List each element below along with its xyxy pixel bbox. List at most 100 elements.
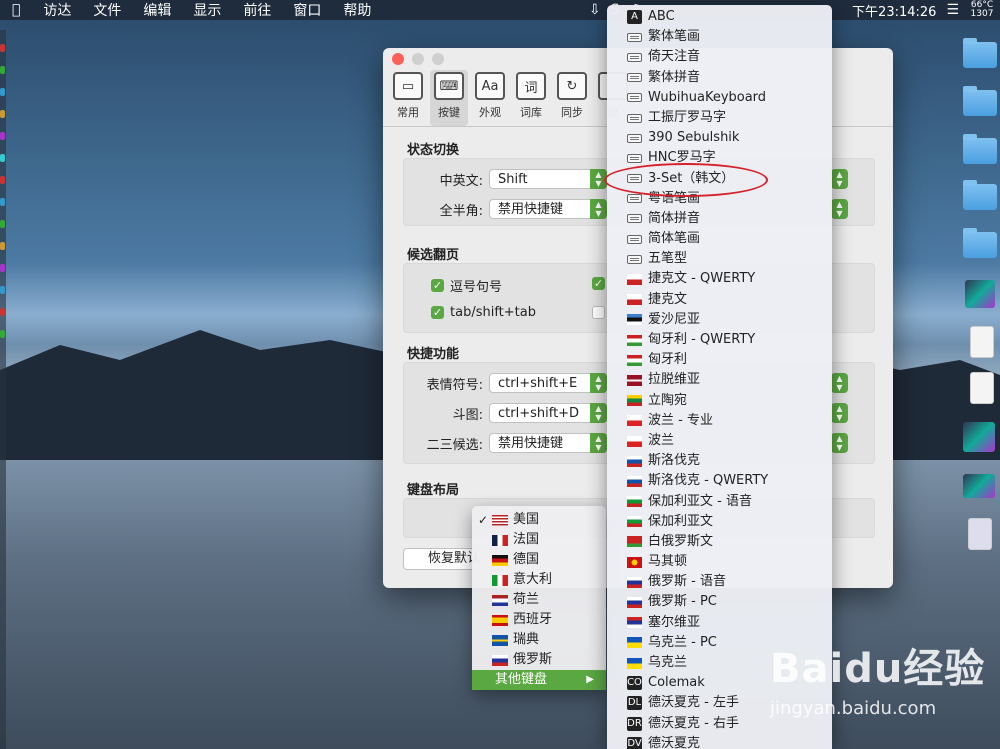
input-source-item[interactable]: 爱沙尼亚 (607, 310, 832, 330)
layout-item-other[interactable]: 其他键盘 ▶ (472, 670, 606, 690)
menu-bar:  访达 文件 编辑 显示 前往 窗口 帮助 ⇩ S ♫ 下午23:14:26 … (0, 0, 1000, 20)
flag-lv-icon (627, 374, 642, 386)
folder-icon[interactable] (963, 38, 997, 68)
input-source-label: 波兰 - 专业 (648, 412, 713, 428)
keyboard-icon (627, 194, 642, 204)
input-source-item[interactable]: 立陶宛 (607, 391, 832, 411)
doutu-shortcut-select[interactable]: ctrl+shift+D ▲ ▼ (489, 403, 607, 423)
input-source-label: ABC (648, 9, 675, 24)
folder-icon[interactable] (963, 134, 997, 164)
close-icon[interactable] (392, 53, 404, 65)
input-source-item[interactable]: 俄罗斯 - PC (607, 592, 832, 612)
input-source-item[interactable]: 倚天注音 (607, 47, 832, 67)
menu-clock[interactable]: 下午23:14:26 (847, 1, 941, 20)
keyboard-icon (627, 234, 642, 244)
input-source-item[interactable]: 白俄罗斯文 (607, 532, 832, 552)
download-icon[interactable]: ⇩ (584, 2, 606, 18)
document-icon[interactable] (970, 372, 994, 404)
checkbox-checked-icon[interactable]: ✓ (592, 277, 605, 290)
folder-icon[interactable] (963, 180, 997, 210)
input-source-item[interactable]: 匈牙利 - QWERTY (607, 330, 832, 350)
chevron-updown-icon[interactable]: ▲ ▼ (831, 199, 848, 219)
input-source-item[interactable]: 繁体拼音 (607, 68, 832, 88)
input-source-item[interactable]: 捷克文 - QWERTY (607, 269, 832, 289)
section-shortcuts: 快捷功能 (407, 347, 460, 362)
check-comma-period[interactable]: ✓ 逗号句号 (431, 276, 502, 295)
document-icon[interactable] (970, 326, 994, 358)
image-file-icon[interactable] (963, 422, 995, 452)
menu-finder[interactable]: 访达 (32, 0, 82, 20)
menu-file[interactable]: 文件 (82, 0, 132, 20)
input-source-item[interactable]: 简体笔画 (607, 229, 832, 249)
input-source-item[interactable]: 工振厅罗马字 (607, 108, 832, 128)
layout-item-ru[interactable]: 俄罗斯 (472, 650, 606, 670)
full-half-select[interactable]: 禁用快捷键 ▲ ▼ (489, 199, 607, 219)
check-tab[interactable]: ✓ tab/shift+tab (431, 305, 536, 320)
input-source-item[interactable]: DV 德沃夏克 (607, 734, 832, 749)
input-source-item[interactable]: 波兰 - 专业 (607, 411, 832, 431)
menu-edit[interactable]: 编辑 (132, 0, 182, 20)
tab-general[interactable]: ▭ 常用 (389, 70, 427, 126)
flag-ru-icon (627, 597, 642, 609)
checkbox-unchecked-icon[interactable] (592, 306, 605, 319)
input-source-label: 波兰 (648, 432, 675, 448)
input-source-item[interactable]: 波兰 (607, 431, 832, 451)
flag-ru-icon (627, 576, 642, 588)
emoji-shortcut-select[interactable]: ctrl+shift+E ▲ ▼ (489, 373, 607, 393)
input-source-item[interactable]: 保加利亚文 - 语音 (607, 492, 832, 512)
tab-appearance[interactable]: Aa 外观 (471, 70, 509, 126)
input-source-item[interactable]: 斯洛伐克 - QWERTY (607, 471, 832, 491)
input-source-item[interactable]: 390 Sebulshik (607, 128, 832, 148)
input-source-item[interactable]: 繁体笔画 (607, 27, 832, 47)
sidebar-toggle-icon[interactable]: ☰ (941, 2, 964, 18)
input-source-item[interactable]: 简体拼音 (607, 209, 832, 229)
app-file-icon[interactable] (968, 518, 992, 550)
layout-item-us[interactable]: ✓ 美国 (472, 510, 606, 530)
input-source-item[interactable]: 马其顿 (607, 552, 832, 572)
input-source-item[interactable]: 保加利亚文 (607, 512, 832, 532)
input-source-item[interactable]: 斯洛伐克 (607, 451, 832, 471)
apple-icon[interactable]:  (0, 2, 32, 18)
input-source-item[interactable]: 五笔型 (607, 249, 832, 269)
input-source-label: 斯洛伐克 - QWERTY (648, 473, 769, 489)
menu-help[interactable]: 帮助 (332, 0, 382, 20)
zoom-icon[interactable] (432, 53, 444, 65)
input-source-item[interactable]: 俄罗斯 - 语音 (607, 572, 832, 592)
image-file-icon[interactable] (963, 474, 995, 498)
tab-lexicon[interactable]: 词词库 (512, 70, 550, 126)
input-source-item[interactable]: 拉脱维亚 (607, 370, 832, 390)
layout-item-it[interactable]: 意大利 (472, 570, 606, 590)
layout-item-es[interactable]: 西班牙 (472, 610, 606, 630)
cn-en-select[interactable]: Shift ▲ ▼ (489, 169, 607, 189)
input-source-item[interactable]: 塞尔维亚 (607, 613, 832, 633)
keyboard-icon (627, 32, 642, 42)
input-source-label: 俄罗斯 - 语音 (648, 574, 726, 590)
candidate-shortcut-select[interactable]: 禁用快捷键 ▲ ▼ (489, 433, 607, 453)
folder-icon[interactable] (963, 228, 997, 258)
input-source-item[interactable]: 匈牙利 (607, 350, 832, 370)
layout-item-de[interactable]: 德国 (472, 550, 606, 570)
chevron-updown-icon[interactable]: ▲ ▼ (831, 403, 848, 423)
minimize-icon[interactable] (412, 53, 424, 65)
chevron-updown-icon[interactable]: ▲ ▼ (831, 433, 848, 453)
menu-view[interactable]: 显示 (182, 0, 232, 20)
screenshot-file-icon[interactable] (965, 280, 995, 308)
layout-item-se[interactable]: 瑞典 (472, 630, 606, 650)
chevron-updown-icon[interactable]: ▲ ▼ (831, 169, 848, 189)
flag-fr-icon (492, 534, 508, 546)
input-source-item[interactable]: A ABC (607, 7, 832, 27)
input-source-item[interactable]: 捷克文 (607, 290, 832, 310)
input-source-label: WubihuaKeyboard (648, 89, 767, 105)
tab-sync[interactable]: ↻ 同步 (553, 70, 591, 126)
layout-item-nl[interactable]: 荷兰 (472, 590, 606, 610)
layout-item-fr[interactable]: 法国 (472, 530, 606, 550)
temperature-readout[interactable]: 66°C 1307 (964, 1, 1000, 19)
input-source-label: 匈牙利 (648, 352, 688, 368)
tab-keys[interactable]: ⌨ 按键 (430, 70, 468, 126)
flag-bg-icon (627, 516, 642, 528)
folder-icon[interactable] (963, 86, 997, 116)
chevron-updown-icon[interactable]: ▲ ▼ (831, 373, 848, 393)
menu-go[interactable]: 前往 (232, 0, 282, 20)
input-source-item[interactable]: WubihuaKeyboard (607, 88, 832, 108)
menu-window[interactable]: 窗口 (282, 0, 332, 20)
